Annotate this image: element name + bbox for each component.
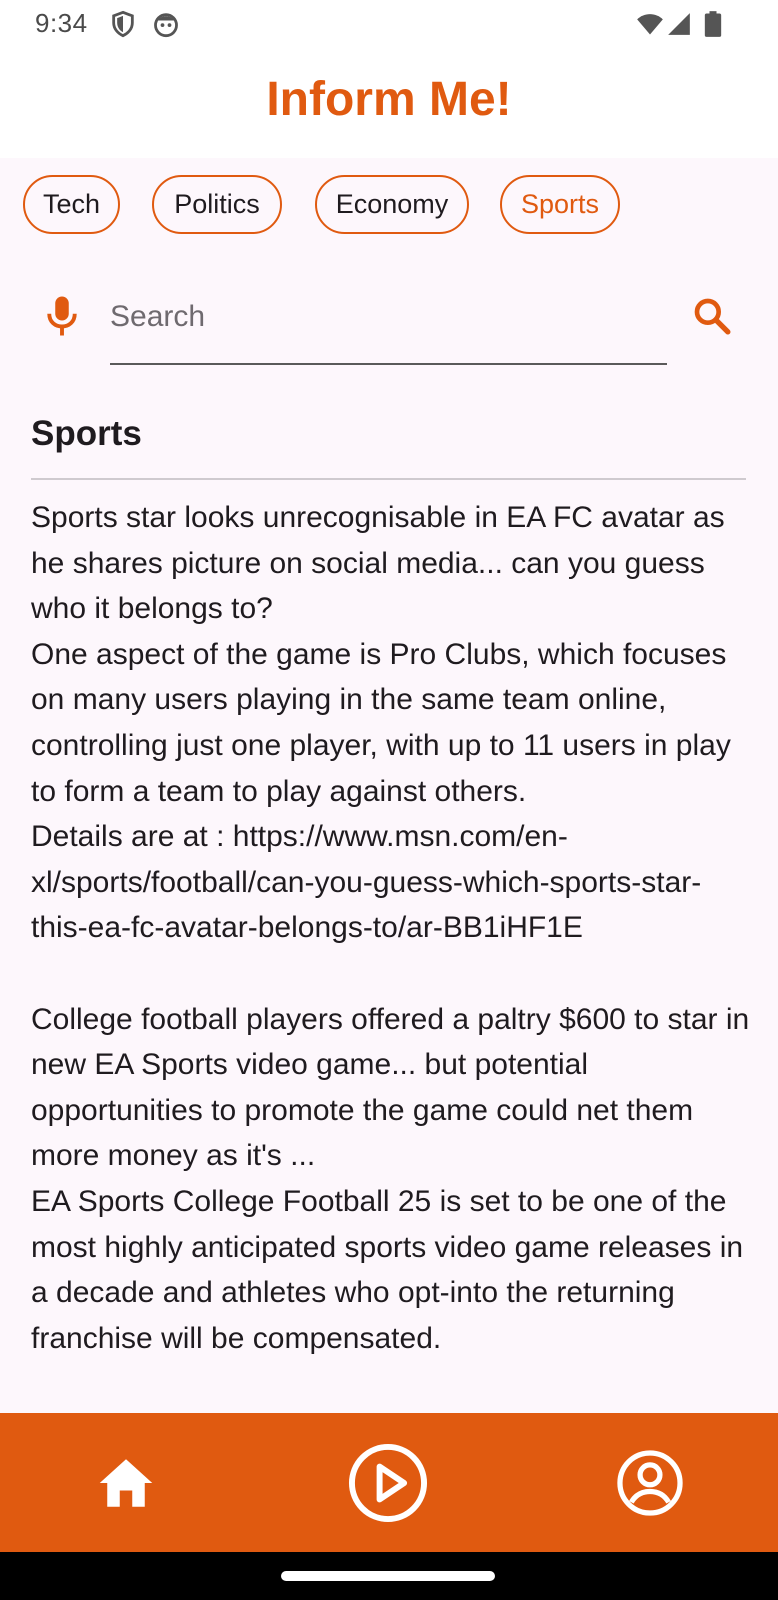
app-title: Inform Me!: [266, 73, 512, 126]
section-divider: [31, 478, 746, 480]
bottom-navigation: [0, 1413, 778, 1552]
status-bar: 9:34: [0, 0, 778, 50]
search-field[interactable]: [110, 282, 667, 365]
nav-home-button[interactable]: [46, 1413, 206, 1552]
mic-icon[interactable]: [44, 295, 80, 337]
category-chips: Tech Politics Economy Sports: [0, 158, 778, 250]
news-feed: Sports star looks unrecognisable in EA F…: [31, 495, 751, 1361]
chip-politics[interactable]: Politics: [152, 175, 282, 234]
status-time: 9:34: [35, 8, 88, 38]
article-summary: One aspect of the game is Pro Clubs, whi…: [31, 637, 731, 808]
gesture-bar: [0, 1552, 778, 1600]
article-summary: EA Sports College Football 25 is set to …: [31, 1184, 744, 1355]
chip-sports[interactable]: Sports: [500, 175, 620, 234]
wifi-icon: [637, 14, 663, 35]
article-item: Sports star looks unrecognisable in EA F…: [31, 495, 751, 951]
shield-icon: [112, 10, 134, 38]
section-title: Sports: [31, 414, 142, 453]
article-headline: College football players offered a paltr…: [31, 1002, 750, 1173]
chip-tech[interactable]: Tech: [23, 175, 120, 234]
article-item: College football players offered a paltr…: [31, 997, 751, 1362]
article-headline: Sports star looks unrecognisable in EA F…: [31, 501, 725, 626]
search-icon[interactable]: [692, 296, 732, 336]
search-input[interactable]: [110, 282, 667, 352]
signal-icon: [668, 13, 690, 35]
home-icon: [99, 1458, 153, 1507]
play-circle-icon: [348, 1443, 428, 1522]
account-circle-icon: [617, 1449, 683, 1516]
gesture-handle[interactable]: [281, 1571, 495, 1581]
face-icon: [154, 13, 178, 38]
nav-play-button[interactable]: [308, 1413, 468, 1552]
article-details-link[interactable]: Details are at : https://www.msn.com/en-…: [31, 814, 751, 951]
battery-icon: [704, 11, 722, 37]
nav-profile-button[interactable]: [570, 1413, 730, 1552]
chip-economy[interactable]: Economy: [315, 175, 469, 234]
app-bar: Inform Me!: [0, 50, 778, 158]
